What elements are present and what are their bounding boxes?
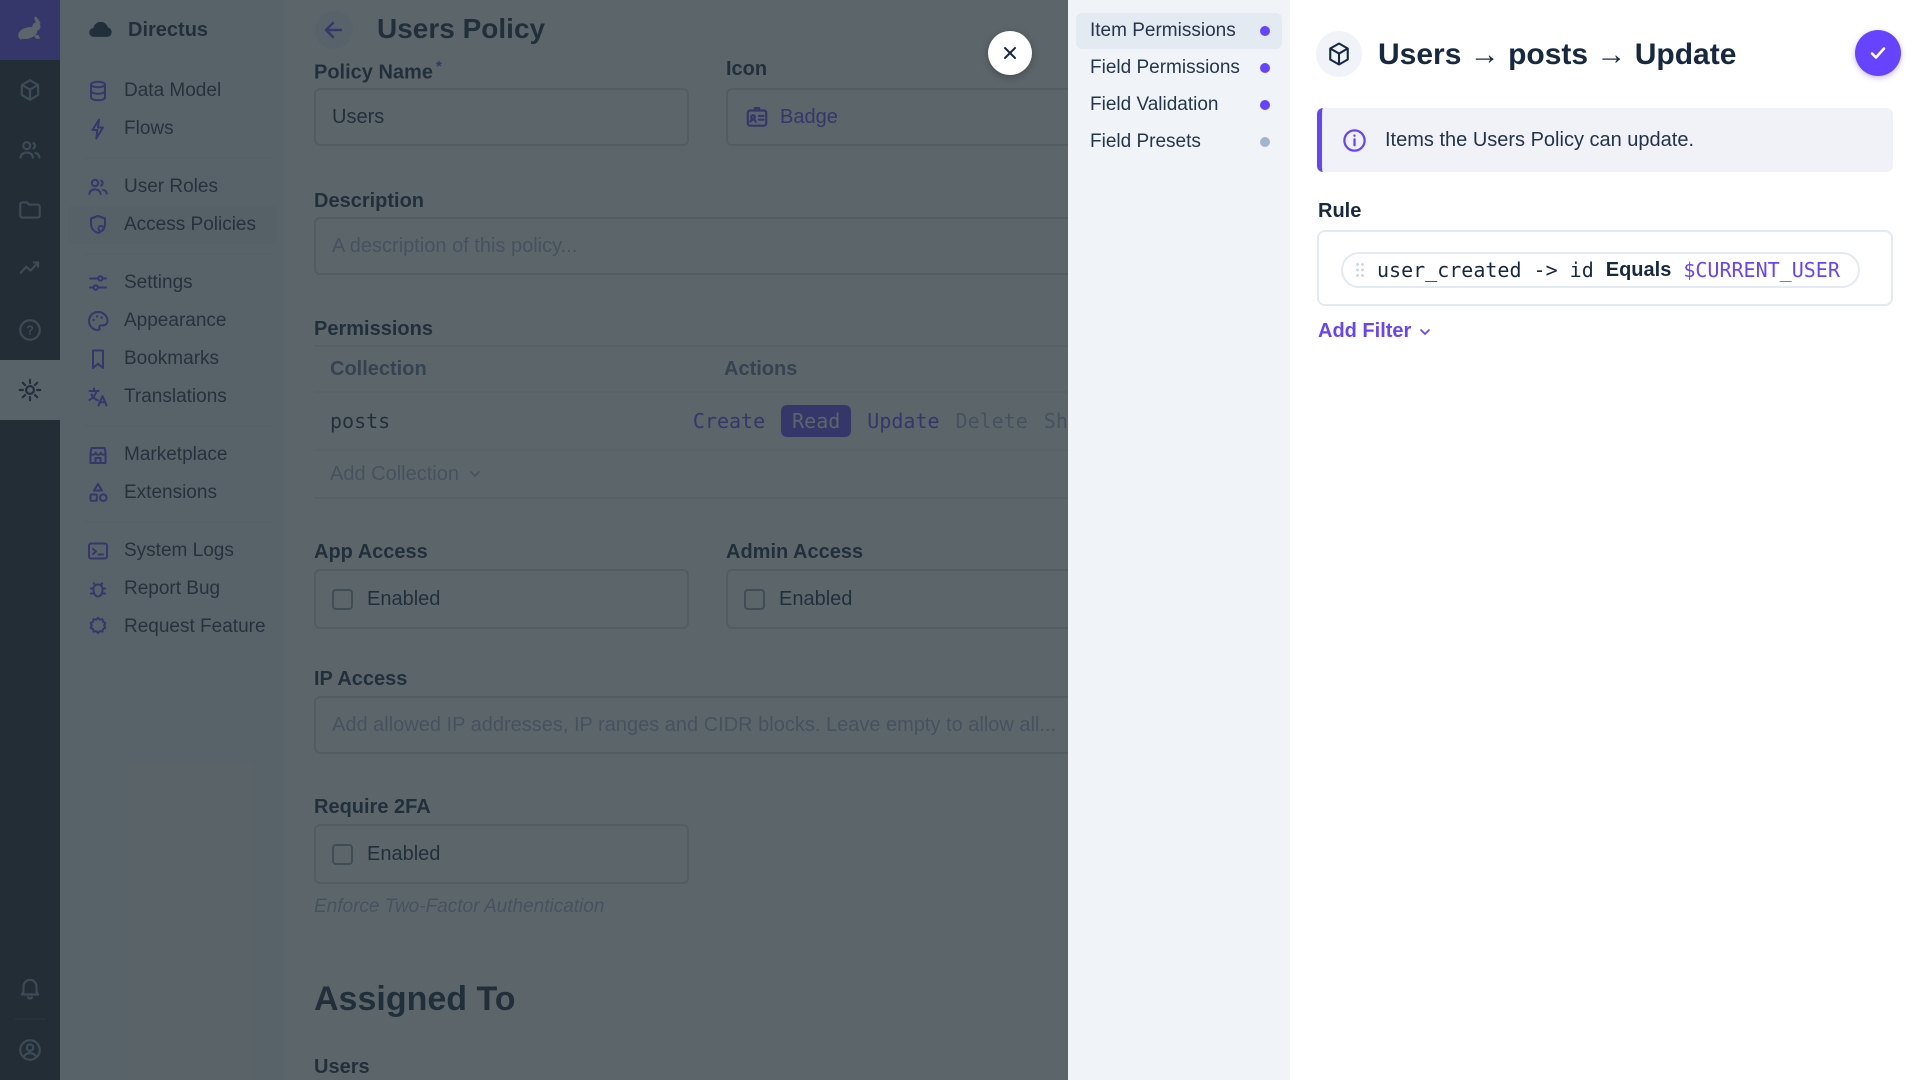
drawer-section-list: Item Permissions Field Permissions Field…	[1068, 0, 1290, 1080]
tab-label: Item Permissions	[1090, 20, 1260, 42]
filter-pill[interactable]: user_created -> id Equals $CURRENT_USER	[1341, 252, 1860, 288]
drawer-content: Users → posts → Update Items the Users P…	[1290, 0, 1920, 1080]
save-button[interactable]	[1855, 30, 1901, 76]
tab-item-permissions[interactable]: Item Permissions	[1076, 13, 1282, 49]
status-dot	[1260, 26, 1270, 36]
rule-box: user_created -> id Equals $CURRENT_USER	[1317, 230, 1893, 306]
info-icon	[1341, 127, 1368, 154]
filter-operator[interactable]: Equals	[1606, 259, 1672, 282]
filter-value[interactable]: $CURRENT_USER	[1683, 258, 1840, 282]
filter-field[interactable]: user_created -> id	[1377, 258, 1594, 282]
tab-field-permissions[interactable]: Field Permissions	[1076, 50, 1282, 86]
cube-icon	[1325, 40, 1353, 68]
info-notice: Items the Users Policy can update.	[1317, 108, 1893, 172]
permissions-drawer: Item Permissions Field Permissions Field…	[1068, 0, 1920, 1080]
status-dot	[1260, 137, 1270, 147]
drawer-header-icon-circle	[1316, 31, 1362, 77]
close-drawer-button[interactable]	[988, 31, 1032, 75]
tab-field-validation[interactable]: Field Validation	[1076, 87, 1282, 123]
tab-label: Field Permissions	[1090, 57, 1260, 79]
close-icon	[1000, 43, 1020, 63]
tab-field-presets[interactable]: Field Presets	[1076, 124, 1282, 160]
status-dot	[1260, 100, 1270, 110]
notice-text: Items the Users Policy can update.	[1385, 129, 1694, 152]
drawer-title: Users → posts → Update	[1378, 38, 1736, 72]
chevron-down-icon	[1417, 324, 1433, 340]
status-dot	[1260, 63, 1270, 73]
rule-label: Rule	[1318, 200, 1361, 223]
modal-overlay[interactable]	[0, 0, 1068, 1080]
tab-label: Field Validation	[1090, 94, 1260, 116]
tab-label: Field Presets	[1090, 131, 1260, 153]
check-icon	[1866, 41, 1890, 65]
drag-handle-icon[interactable]	[1355, 262, 1365, 278]
add-filter-button[interactable]: Add Filter	[1318, 320, 1433, 343]
